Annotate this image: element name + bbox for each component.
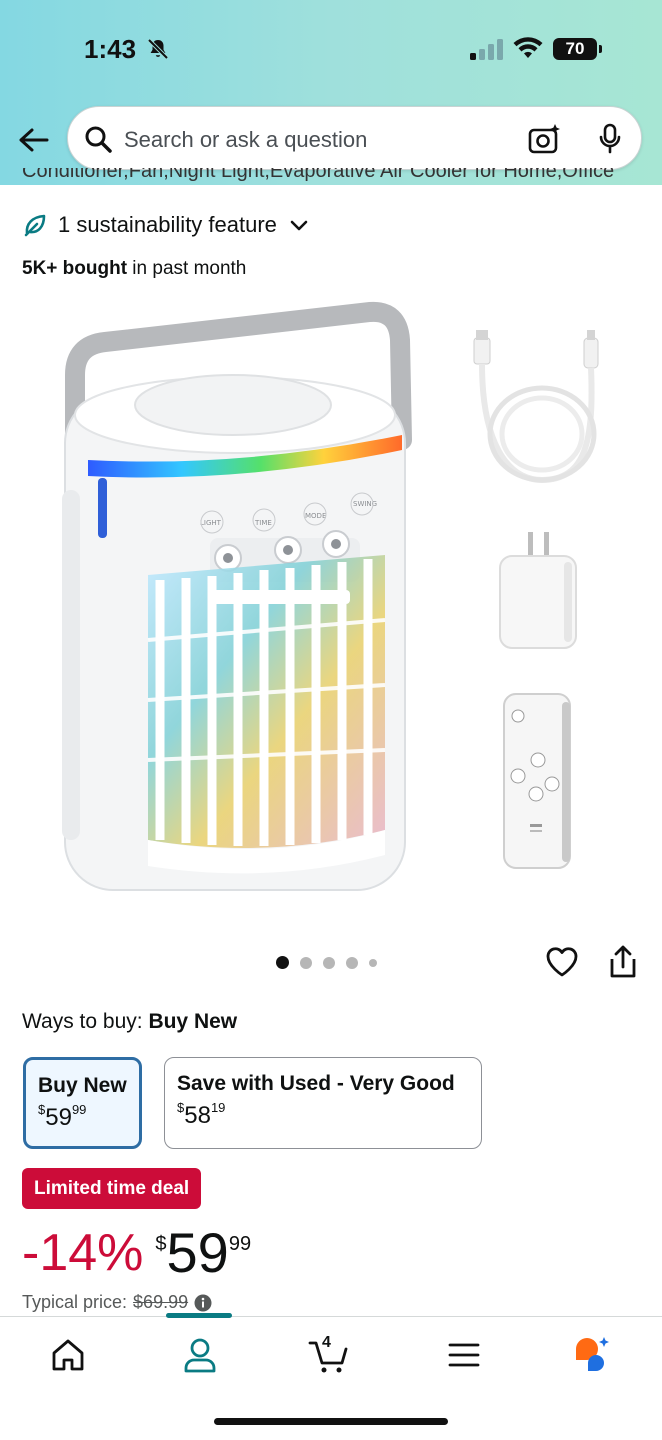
cellular-signal-icon xyxy=(470,39,503,60)
status-time: 1:43 xyxy=(84,34,137,64)
svg-text:LIGHT: LIGHT xyxy=(200,519,222,527)
option-label: Buy New xyxy=(38,1074,127,1097)
rufus-assistant-icon[interactable] xyxy=(572,1335,612,1375)
share-icon[interactable] xyxy=(606,944,640,980)
camera-search-icon[interactable] xyxy=(528,123,562,155)
discount-percent: -14% xyxy=(22,1224,144,1282)
option-price: $5819 xyxy=(177,1100,226,1129)
search-input[interactable]: Search or ask a question xyxy=(124,127,367,153)
active-tab-indicator xyxy=(166,1313,232,1318)
carousel-dot[interactable] xyxy=(369,958,377,967)
carousel-dot[interactable] xyxy=(323,956,335,969)
sustainability-label: 1 sustainability feature xyxy=(58,212,277,237)
typical-price: Typical price: $69.99 xyxy=(22,1292,212,1313)
home-indicator[interactable] xyxy=(214,1418,448,1425)
cart-count-badge: 4 xyxy=(322,1334,331,1351)
buy-used-option[interactable]: Save with Used - Very Good $5819 xyxy=(164,1057,482,1149)
product-main-image[interactable]: LIGHT TIMEMODESWING xyxy=(40,300,440,900)
app-header: 1:43 70 Search or ask a question xyxy=(0,0,662,185)
home-icon[interactable] xyxy=(48,1335,88,1375)
info-icon[interactable] xyxy=(194,1294,212,1312)
wifi-icon xyxy=(513,37,543,58)
svg-text:TIME: TIME xyxy=(254,519,272,527)
thumbnail-power-adapter[interactable] xyxy=(494,530,582,652)
chevron-down-icon xyxy=(290,220,308,231)
microphone-icon[interactable] xyxy=(598,123,622,155)
bought-count: 5K+ bought in past month xyxy=(22,258,247,279)
thumbnail-remote[interactable] xyxy=(496,690,576,872)
option-label: Save with Used - Very Good xyxy=(177,1072,455,1095)
svg-text:MODE: MODE xyxy=(305,512,326,520)
price-block: -14% $ 59 99 xyxy=(22,1218,251,1288)
option-price: $5999 xyxy=(38,1102,87,1131)
sustainability-feature-toggle[interactable]: 1 sustainability feature xyxy=(22,212,309,238)
limited-time-deal-badge: Limited time deal xyxy=(22,1168,202,1209)
current-price: $ 59 99 xyxy=(155,1221,252,1284)
ways-to-buy: Ways to buy: Buy New xyxy=(22,1010,238,1033)
buy-new-option[interactable]: Buy New $5999 xyxy=(23,1057,142,1149)
thumbnail-usb-cable[interactable] xyxy=(466,330,616,500)
leaf-icon xyxy=(24,214,46,237)
bell-muted-icon xyxy=(147,38,169,60)
search-icon xyxy=(85,126,112,153)
product-title-truncated: Conditioner,Fan,Night Light,Evaporative … xyxy=(22,168,615,182)
heart-icon[interactable] xyxy=(544,944,580,980)
battery-indicator: 70 xyxy=(553,38,602,60)
search-bar[interactable]: Search or ask a question xyxy=(67,106,642,170)
image-carousel-dots xyxy=(276,956,377,969)
menu-icon[interactable] xyxy=(444,1335,484,1375)
carousel-dot[interactable] xyxy=(300,956,312,969)
account-icon[interactable] xyxy=(180,1335,220,1375)
back-arrow-icon[interactable] xyxy=(16,124,50,156)
carousel-dot[interactable] xyxy=(346,956,358,969)
carousel-dot[interactable] xyxy=(276,956,289,969)
